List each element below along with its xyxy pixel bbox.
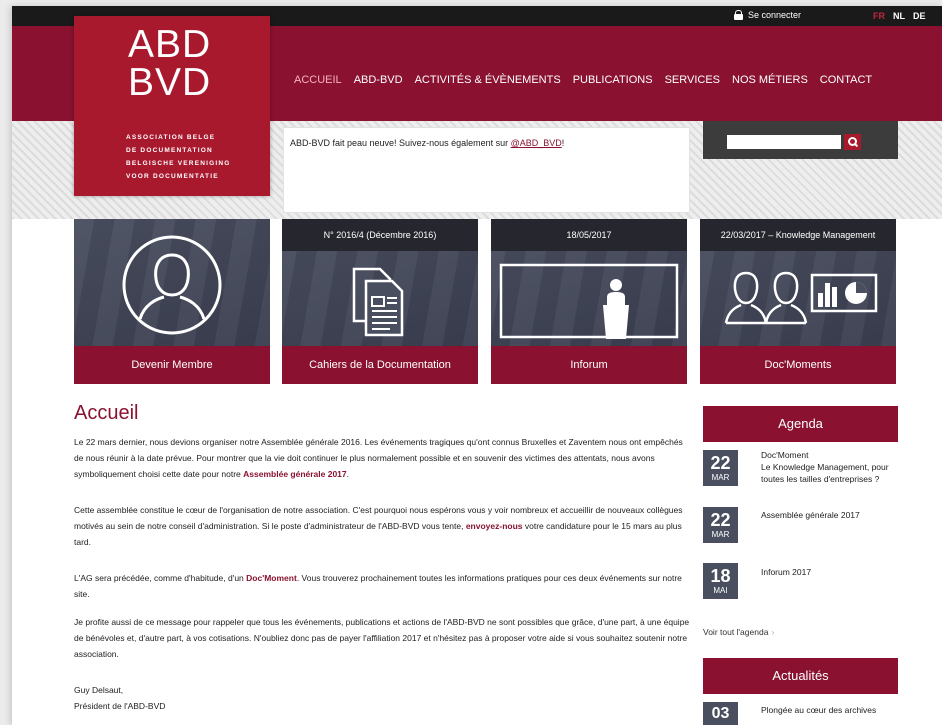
tweet-box: ABD-BVD fait peau neuve! Suivez-nous éga… — [283, 127, 690, 213]
event-day: 22 — [710, 510, 731, 530]
login-label: Se connecter — [748, 10, 802, 20]
tile-footer: Devenir Membre — [74, 346, 270, 384]
documents-icon — [352, 267, 404, 337]
paragraph-text-end: . — [346, 469, 350, 479]
agenda-event-2[interactable]: Assemblée générale 2017 — [761, 509, 899, 521]
agenda-event-1[interactable]: Doc'Moment Le Knowledge Management, pour… — [761, 449, 899, 485]
tile-inforum[interactable]: 18/05/2017 Inforum — [491, 219, 687, 384]
page: Se connecter FR NL DE ACCUEIL ABD-BVD AC… — [12, 6, 942, 725]
lang-de[interactable]: DE — [913, 11, 926, 21]
lang-nl[interactable]: NL — [893, 11, 905, 21]
login-link[interactable]: Se connecter — [734, 10, 801, 20]
event-day: 18 — [710, 566, 731, 586]
logo-line-1: ABD — [128, 23, 212, 66]
news-item-1[interactable]: Plongée au cœur des archives — [761, 704, 899, 716]
site-logo[interactable]: ABD BVD ASSOCIATION BELGE DE DOCUMENTATI… — [74, 16, 270, 196]
tweet-text: ABD-BVD fait peau neuve! Suivez-nous éga… — [290, 138, 511, 148]
tweet-text-end: ! — [561, 138, 565, 148]
event-month: MAR — [711, 473, 730, 482]
search-button[interactable] — [844, 134, 861, 150]
logo-subtitle-2: DE DOCUMENTATION — [126, 147, 213, 154]
logo-subtitle-3: BELGISCHE VERENIGING — [126, 160, 231, 167]
event-date: 18 MAI — [703, 563, 738, 599]
assemblee-link[interactable]: Assemblée générale 2017 — [243, 469, 346, 479]
envoyez-nous-link[interactable]: envoyez-nous — [466, 521, 523, 531]
tile-devenir-membre[interactable]: Devenir Membre — [74, 219, 270, 384]
lang-fr[interactable]: FR — [873, 11, 885, 21]
nav-item-accueil[interactable]: ACCUEIL — [294, 74, 342, 86]
search-input[interactable] — [727, 135, 841, 149]
paragraph-4: Je profite aussi de ce message pour rapp… — [74, 617, 690, 659]
paragraph-text: L'AG sera précédée, comme d'habitude, d'… — [74, 573, 247, 583]
news-date: 03 — [703, 702, 738, 725]
tile-docmoments[interactable]: 22/03/2017 – Knowledge Management Doc'Mo… — [700, 219, 896, 384]
twitter-link[interactable]: @ABD_BVD — [511, 138, 562, 148]
event-date: 22 MAR — [703, 450, 738, 486]
nav-item-services[interactable]: SERVICES — [665, 74, 720, 86]
nav-item-abd-bvd[interactable]: ABD-BVD — [354, 74, 403, 86]
news-header: Actualités — [703, 658, 898, 694]
page-title: Accueil — [74, 402, 139, 424]
nav-item-publications[interactable]: PUBLICATIONS — [573, 74, 653, 86]
paragraph-3: L'AG sera précédée, comme d'habitude, d'… — [74, 570, 694, 602]
chevron-right-icon: › — [771, 627, 775, 637]
event-month: MAI — [713, 586, 728, 595]
event-month: MAR — [711, 530, 730, 539]
language-switcher: FR NL DE — [873, 11, 926, 21]
paragraph-1: Le 22 mars dernier, nous devions organis… — [74, 434, 694, 482]
tile-footer: Doc'Moments — [700, 346, 896, 384]
logo-subtitle-4: VOOR DOCUMENTATIE — [126, 173, 219, 180]
tile-header: 18/05/2017 — [491, 219, 687, 251]
nav-item-contact[interactable]: CONTACT — [820, 74, 872, 86]
docmoment-link[interactable]: Doc'Moment — [246, 573, 297, 583]
signature-name: Guy Delsaut, — [74, 685, 124, 695]
tile-cahiers[interactable]: N° 2016/4 (Décembre 2016) Cahiers de la … — [282, 219, 478, 384]
tile-header: 22/03/2017 – Knowledge Management — [700, 219, 896, 251]
paragraph-2: Cette assemblée constitue le cœur de l'o… — [74, 502, 694, 550]
people-chart-icon — [724, 271, 878, 325]
signature-role: Président de l'ABD-BVD — [74, 701, 166, 711]
agenda-header: Agenda — [703, 406, 898, 442]
speaker-icon — [499, 263, 679, 339]
news-day: 03 — [711, 705, 730, 722]
main-nav: ACCUEIL ABD-BVD ACTIVITÉS & ÉVÈNEMENTS P… — [294, 74, 884, 86]
tile-footer: Inforum — [491, 346, 687, 384]
search-box — [703, 121, 898, 159]
event-day: 22 — [710, 453, 731, 473]
tile-header: N° 2016/4 (Décembre 2016) — [282, 219, 478, 251]
logo-line-2: BVD — [128, 61, 212, 104]
tile-footer: Cahiers de la Documentation — [282, 346, 478, 384]
member-icon — [122, 235, 222, 335]
lock-icon — [734, 10, 743, 20]
event-date: 22 MAR — [703, 507, 738, 543]
paragraph-text: Le 22 mars dernier, nous devions organis… — [74, 437, 683, 479]
agenda-event-3[interactable]: Inforum 2017 — [761, 566, 899, 578]
nav-item-metiers[interactable]: NOS MÉTIERS — [732, 74, 808, 86]
nav-item-activites[interactable]: ACTIVITÉS & ÉVÈNEMENTS — [415, 74, 561, 86]
see-all-label: Voir tout l'agenda — [703, 627, 769, 637]
logo-subtitle-1: ASSOCIATION BELGE — [126, 134, 216, 141]
see-all-agenda-link[interactable]: Voir tout l'agenda › — [703, 627, 774, 637]
